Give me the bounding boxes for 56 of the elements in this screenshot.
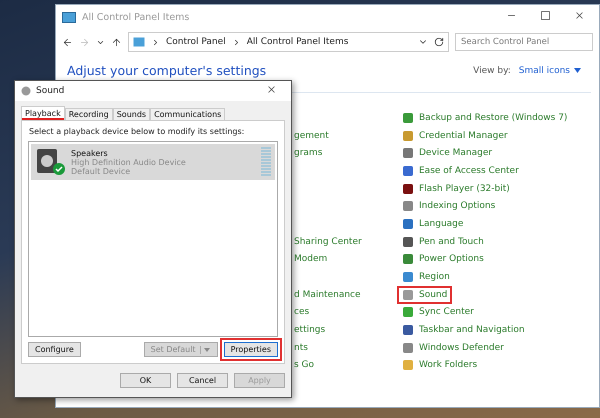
- search-field[interactable]: Search Control Panel: [455, 33, 593, 51]
- up-icon[interactable]: [111, 36, 122, 48]
- applet-link[interactable]: Backup and Restore (Windows 7): [397, 108, 572, 127]
- tab[interactable]: Recording: [64, 108, 113, 120]
- dialog-button[interactable]: Cancel: [177, 373, 228, 388]
- close-icon: [266, 84, 276, 95]
- applet-link[interactable]: Pen and Touch: [397, 232, 489, 251]
- device-name: Speakers: [71, 148, 109, 158]
- window-title: All Control Panel Items: [82, 12, 190, 22]
- level-meter-icon: [261, 147, 271, 177]
- applet-link[interactable]: Sharing Center: [294, 236, 362, 247]
- applet-link[interactable]: gement: [294, 130, 329, 141]
- control-panel-icon: [62, 12, 76, 22]
- view-by-label: View by:: [473, 66, 511, 76]
- applet-link[interactable]: Modem: [294, 254, 328, 264]
- breadcrumb-item[interactable]: Control Panel: [166, 37, 226, 47]
- device-row[interactable]: Speakers High Definition Audio Device Default Device: [31, 144, 275, 180]
- device-description: High Definition Audio Device: [71, 158, 187, 166]
- applet-link[interactable]: ces: [294, 307, 310, 318]
- dialog-title: Sound: [36, 86, 66, 96]
- maximize-icon: [540, 10, 550, 21]
- applet-link[interactable]: Ease of Access Center: [397, 162, 524, 180]
- dialog-button[interactable]: OK: [120, 373, 171, 388]
- caret-icon[interactable]: [574, 68, 581, 73]
- applet-link[interactable]: d Maintenance: [294, 290, 361, 300]
- applet-link[interactable]: Sound: [397, 286, 452, 304]
- applet-link[interactable]: Device Manager: [397, 144, 498, 162]
- device-status: Default Device: [71, 166, 132, 176]
- refresh-icon[interactable]: [434, 37, 444, 47]
- breadcrumb-item[interactable]: All Control Panel Items: [246, 37, 348, 47]
- applet-link[interactable]: ettings: [294, 325, 326, 336]
- address-bar[interactable]: Control Panel All Control Panel Items: [128, 32, 449, 52]
- applet-link[interactable]: Credential Manager: [397, 126, 513, 145]
- applet-link[interactable]: Work Folders: [397, 356, 482, 374]
- view-by-dropdown[interactable]: Small icons: [518, 66, 570, 76]
- applet-link[interactable]: Windows Defender: [397, 338, 509, 357]
- applet-link[interactable]: Taskbar and Navigation: [397, 321, 530, 340]
- control-panel-icon: [133, 37, 145, 47]
- applet-link[interactable]: Power Options: [397, 250, 489, 268]
- instruction-text: Select a playback device below to modify its settings:: [28, 127, 246, 136]
- tab[interactable]: Sounds: [112, 108, 150, 120]
- chevron-right-icon: [151, 38, 160, 46]
- back-icon[interactable]: [62, 36, 73, 48]
- page-heading: Adjust your computer's settings: [67, 63, 268, 78]
- applet-link[interactable]: grams: [294, 148, 322, 158]
- applet-link[interactable]: Flash Player (32-bit): [397, 180, 515, 198]
- applet-link[interactable]: nts: [294, 342, 308, 353]
- tab[interactable]: Communications: [150, 108, 226, 120]
- tab[interactable]: Playback: [21, 106, 65, 120]
- dialog-button[interactable]: Configure: [28, 342, 81, 357]
- applet-link[interactable]: s Go: [294, 360, 314, 370]
- close-icon: [574, 10, 584, 21]
- applet-link[interactable]: Sync Center: [397, 303, 479, 322]
- applet-link[interactable]: Language: [397, 214, 468, 233]
- applet-link[interactable]: Indexing Options: [397, 197, 500, 216]
- applet-link[interactable]: Region: [397, 268, 455, 286]
